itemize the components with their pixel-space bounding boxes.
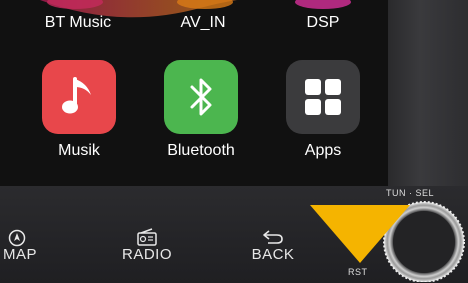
radio-icon	[137, 228, 157, 246]
navigation-icon	[8, 229, 26, 247]
bezel-right	[388, 0, 468, 186]
head-unit: BT Music AV_IN DSP Musik Bluetooth Apps …	[0, 0, 468, 283]
apps-app-button[interactable]	[286, 60, 360, 134]
app-label-apps: Apps	[304, 142, 342, 159]
bluetooth-icon	[190, 78, 212, 116]
knob-label: TUN · SEL	[386, 188, 435, 198]
radio-button[interactable]: RADIO	[112, 246, 182, 263]
musik-app-button[interactable]	[42, 60, 116, 134]
app-label-av-in[interactable]: AV_IN	[148, 14, 258, 32]
touch-screen: BT Music AV_IN DSP Musik Bluetooth Apps	[0, 0, 388, 186]
highlight-arrow	[310, 205, 410, 263]
app-label-dsp[interactable]: DSP	[268, 14, 378, 32]
app-label-musik: Musik	[58, 142, 100, 159]
app-label-bt-music[interactable]: BT Music	[23, 14, 133, 32]
map-button[interactable]: MAP	[0, 246, 40, 263]
music-note-icon	[62, 77, 91, 114]
apps-grid-icon	[305, 79, 341, 115]
app-label-bluetooth: Bluetooth	[167, 142, 235, 159]
rst-button[interactable]: RST	[348, 267, 368, 277]
bluetooth-app-button[interactable]	[164, 60, 238, 134]
back-arrow-icon	[263, 230, 283, 244]
back-button[interactable]: BACK	[238, 246, 308, 263]
